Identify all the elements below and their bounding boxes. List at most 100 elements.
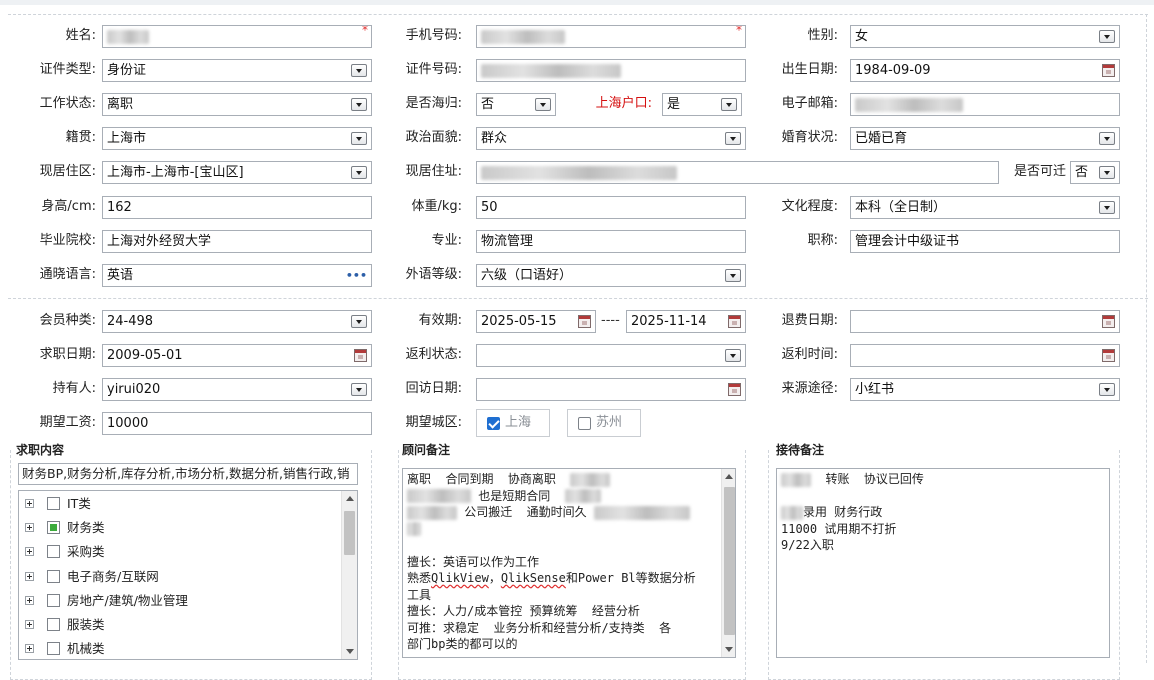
chevron-down-icon[interactable] xyxy=(725,349,741,362)
scroll-thumb[interactable] xyxy=(344,511,355,555)
id-type-select[interactable]: 身份证 xyxy=(102,59,372,82)
fl-level-select[interactable]: 六级（口语好） xyxy=(476,264,746,287)
returnee-select[interactable]: 否 xyxy=(476,93,556,116)
title-field[interactable]: 管理会计中级证书 xyxy=(850,230,1120,253)
checkbox-icon[interactable] xyxy=(47,594,60,607)
chevron-down-icon[interactable] xyxy=(725,132,741,145)
refund-date-field[interactable] xyxy=(850,310,1120,333)
rebate-time-label: 返利时间: xyxy=(781,347,838,362)
weight-field[interactable]: 50 xyxy=(476,196,746,219)
checkbox-icon[interactable] xyxy=(47,618,60,631)
scroll-thumb[interactable] xyxy=(724,487,735,635)
tree-scrollbar[interactable] xyxy=(341,491,357,659)
salary-field[interactable]: 10000 xyxy=(102,412,372,435)
checkbox-icon[interactable] xyxy=(47,497,60,510)
redacted-id-no xyxy=(481,63,621,78)
calendar-icon[interactable] xyxy=(1102,349,1115,362)
expand-icon[interactable] xyxy=(25,547,34,556)
calendar-icon[interactable] xyxy=(728,315,741,328)
expand-icon[interactable] xyxy=(25,644,34,653)
valid-from-field[interactable]: 2025-05-15 xyxy=(476,310,596,333)
member-type-select[interactable]: 24-498 xyxy=(102,310,372,333)
political-select[interactable]: 群众 xyxy=(476,127,746,150)
expand-icon[interactable] xyxy=(25,620,34,629)
name-field[interactable]: * xyxy=(102,25,372,48)
education-select[interactable]: 本科（全日制） xyxy=(850,196,1120,219)
owner-select[interactable]: yirui020 xyxy=(102,378,372,401)
work-status-select[interactable]: 离职 xyxy=(102,93,372,116)
rebate-status-select[interactable] xyxy=(476,344,746,367)
checkbox-icon[interactable] xyxy=(578,417,591,430)
calendar-icon[interactable] xyxy=(354,349,367,362)
chevron-down-icon[interactable] xyxy=(725,269,741,282)
note-line xyxy=(407,537,715,554)
source-select[interactable]: 小红书 xyxy=(850,378,1120,401)
chevron-down-icon[interactable] xyxy=(351,64,367,77)
birth-date-field[interactable]: 1984-09-09 xyxy=(850,59,1120,82)
major-field[interactable]: 物流管理 xyxy=(476,230,746,253)
political-label: 政治面貌: xyxy=(405,130,462,145)
phone-field[interactable]: * xyxy=(476,25,746,48)
job-category-tree[interactable]: IT类 财务类 采购类 电子商务/互联网 房地产/建筑/物业管理 服装类 机械类 xyxy=(18,490,358,660)
hukou-select[interactable]: 是 xyxy=(662,93,742,116)
city-option-shanghai[interactable]: 上海 xyxy=(476,409,550,437)
calendar-icon[interactable] xyxy=(728,383,741,396)
chevron-down-icon[interactable] xyxy=(721,98,737,111)
scroll-up-icon[interactable] xyxy=(346,496,354,501)
salary-label: 期望工资: xyxy=(39,415,96,430)
chevron-down-icon[interactable] xyxy=(351,383,367,396)
marital-select[interactable]: 已婚已育 xyxy=(850,127,1120,150)
relocate-select[interactable]: 否 xyxy=(1070,161,1120,184)
chevron-down-icon[interactable] xyxy=(351,98,367,111)
expand-icon[interactable] xyxy=(25,596,34,605)
job-tags-field[interactable]: 财务BP,财务分析,库存分析,市场分析,数据分析,销售行政,销 xyxy=(18,463,358,485)
checkbox-icon[interactable] xyxy=(47,570,60,583)
scroll-down-icon[interactable] xyxy=(725,647,733,652)
scroll-up-icon[interactable] xyxy=(725,474,733,479)
origin-select[interactable]: 上海市 xyxy=(102,127,372,150)
note-text: 部门bp类的都可以的 xyxy=(407,637,518,651)
advisor-notes-textarea[interactable]: 离职 合同到期 协商离职 也是短期合同 公司搬迁 通勤时间久 擅长：英语可以作为… xyxy=(402,468,736,658)
expand-icon[interactable] xyxy=(25,523,34,532)
job-date-field[interactable]: 2009-05-01 xyxy=(102,344,372,367)
rebate-status-label: 返利状态: xyxy=(405,347,462,362)
school-field[interactable]: 上海对外经贸大学 xyxy=(102,230,372,253)
chevron-down-icon[interactable] xyxy=(1099,383,1115,396)
chevron-down-icon[interactable] xyxy=(351,132,367,145)
chevron-down-icon[interactable] xyxy=(1099,30,1115,43)
reception-notes-textarea[interactable]: 转账 协议已回传 录用 财务行政 11000 试用期不打折 9/22入职 xyxy=(776,468,1110,658)
job-date-value: 2009-05-01 xyxy=(107,348,183,363)
calendar-icon[interactable] xyxy=(578,315,591,328)
chevron-down-icon[interactable] xyxy=(1099,166,1115,179)
chevron-down-icon[interactable] xyxy=(1099,201,1115,214)
calendar-icon[interactable] xyxy=(1102,315,1115,328)
calendar-icon[interactable] xyxy=(1102,64,1115,77)
source-value: 小红书 xyxy=(855,382,895,397)
chevron-down-icon[interactable] xyxy=(351,315,367,328)
residence-area-select[interactable]: 上海市-上海市-[宝山区] xyxy=(102,161,372,184)
email-field[interactable] xyxy=(850,93,1120,116)
checkbox-checked-icon[interactable] xyxy=(487,417,500,430)
rebate-time-field[interactable] xyxy=(850,344,1120,367)
expand-icon[interactable] xyxy=(25,499,34,508)
expand-icon[interactable] xyxy=(25,572,34,581)
valid-to-field[interactable]: 2025-11-14 xyxy=(626,310,746,333)
residence-addr-field[interactable] xyxy=(476,161,999,184)
language-field[interactable]: 英语 ••• xyxy=(102,264,372,287)
checkbox-icon[interactable] xyxy=(47,545,60,558)
city-option-suzhou[interactable]: 苏州 xyxy=(567,409,641,437)
more-icon[interactable]: ••• xyxy=(346,265,367,286)
scroll-down-icon[interactable] xyxy=(346,649,354,654)
checkbox-partial-icon[interactable] xyxy=(47,521,60,534)
id-no-field[interactable] xyxy=(476,59,746,82)
revisit-date-field[interactable] xyxy=(476,378,746,401)
top-separator xyxy=(8,14,1148,15)
source-label: 来源途径: xyxy=(781,381,838,396)
notes-scrollbar[interactable] xyxy=(721,469,735,657)
gender-select[interactable]: 女 xyxy=(850,25,1120,48)
checkbox-icon[interactable] xyxy=(47,642,60,655)
chevron-down-icon[interactable] xyxy=(535,98,551,111)
height-field[interactable]: 162 xyxy=(102,196,372,219)
chevron-down-icon[interactable] xyxy=(1099,132,1115,145)
chevron-down-icon[interactable] xyxy=(351,166,367,179)
